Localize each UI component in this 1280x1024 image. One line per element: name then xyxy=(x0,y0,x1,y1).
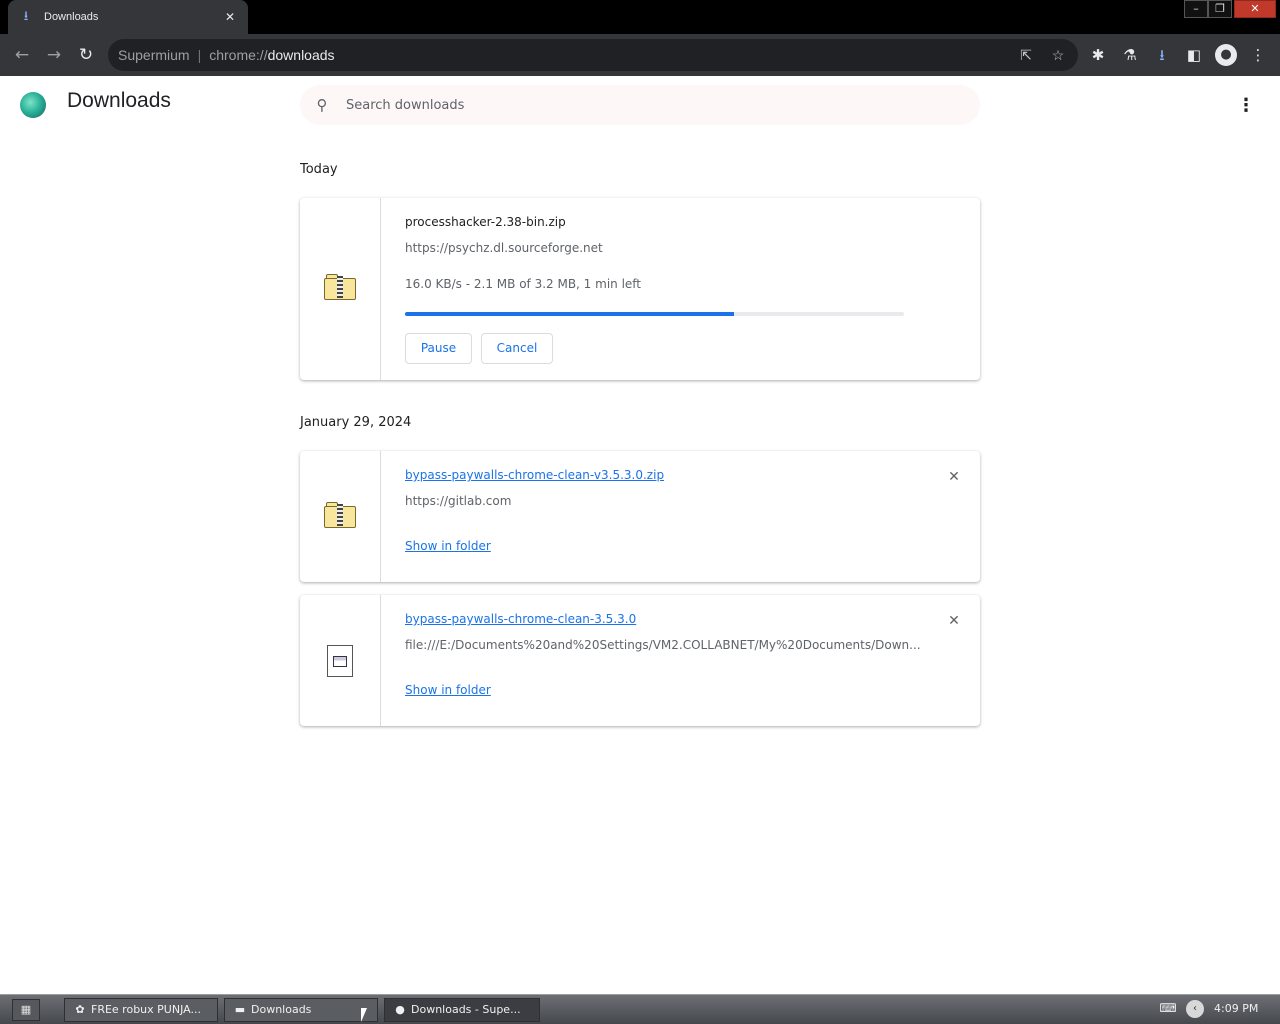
taskbar-item-downloads-folder[interactable]: ▬ Downloads xyxy=(224,998,378,1022)
taskbar-item-label: FREe robux PUNJA... xyxy=(91,1003,201,1016)
forward-icon[interactable]: → xyxy=(42,43,66,67)
tab-close-icon[interactable]: ✕ xyxy=(222,10,238,24)
address-host: Supermium xyxy=(118,47,190,63)
download-progress-bar xyxy=(405,312,904,316)
download-progress-fill xyxy=(405,312,735,316)
profile-avatar-icon[interactable]: ● xyxy=(1214,43,1238,67)
window-minimize-button[interactable]: – xyxy=(1184,0,1208,18)
window-close-button[interactable]: ✕ xyxy=(1234,0,1276,18)
download-item: bypass-paywalls-chrome-clean-3.5.3.0 fil… xyxy=(300,595,980,726)
side-panel-icon[interactable]: ◧ xyxy=(1182,43,1206,67)
taskbar-item-browser[interactable]: ● Downloads - Supe... xyxy=(384,998,540,1022)
search-box[interactable]: ⚲ xyxy=(300,85,980,125)
start-menu-grid-icon[interactable]: ▦ xyxy=(12,999,40,1021)
taskbar-item-robux[interactable]: ✿ FREe robux PUNJA... xyxy=(64,998,218,1022)
zip-folder-icon xyxy=(324,502,356,528)
date-header-today: Today xyxy=(300,162,338,177)
zip-folder-icon xyxy=(324,274,356,300)
remove-item-close-icon[interactable]: ✕ xyxy=(944,467,964,487)
tab-downloads[interactable]: ⭳ Downloads ✕ xyxy=(8,0,248,34)
date-header-jan-29-2024: January 29, 2024 xyxy=(300,415,412,430)
clock: 4:09 PM xyxy=(1214,1002,1259,1015)
window-maximize-button[interactable]: ❐ xyxy=(1208,0,1232,18)
download-file-name: processhacker-2.38-bin.zip xyxy=(405,215,566,229)
download-file-link[interactable]: bypass-paywalls-chrome-clean-3.5.3.0 xyxy=(405,612,636,626)
download-item-icon-column xyxy=(300,595,381,726)
browser-icon: ● xyxy=(395,1003,405,1016)
labs-flask-icon[interactable]: ⚗ xyxy=(1118,43,1142,67)
share-icon[interactable]: ⇱ xyxy=(1014,39,1038,71)
download-source-url: file:///E:/Documents%20and%20Settings/VM… xyxy=(405,638,921,652)
download-item-icon-column xyxy=(300,451,381,582)
keyboard-icon[interactable]: ⌨ xyxy=(1158,1001,1178,1019)
show-in-folder-link[interactable]: Show in folder xyxy=(405,683,491,697)
taskbar: ▦ ✿ FREe robux PUNJA... ▬ Downloads ● Downl… xyxy=(0,994,1280,1024)
address-separator: | xyxy=(197,47,202,63)
browser-toolbar: ← → ↻ Supermium | chrome:// downloads ⇱ … xyxy=(0,34,1280,76)
download-file-link[interactable]: bypass-paywalls-chrome-clean-v3.5.3.0.zi… xyxy=(405,468,664,482)
download-item-icon-column xyxy=(300,198,381,380)
reload-icon[interactable]: ↻ xyxy=(74,43,98,67)
download-item: processhacker-2.38-bin.zip https://psych… xyxy=(300,198,980,380)
mouse-cursor-icon xyxy=(361,1008,373,1022)
show-in-folder-link[interactable]: Show in folder xyxy=(405,539,491,553)
address-scheme: chrome:// xyxy=(209,47,268,63)
download-source-url: https://gitlab.com xyxy=(405,494,512,508)
search-input[interactable] xyxy=(346,97,946,113)
search-icon: ⚲ xyxy=(316,96,328,114)
pause-button[interactable]: Pause xyxy=(405,333,472,364)
file-icon xyxy=(327,645,353,677)
app-icon: ✿ xyxy=(75,1003,85,1016)
cancel-button[interactable]: Cancel xyxy=(481,333,553,364)
address-path: downloads xyxy=(267,47,335,63)
downloads-progress-icon[interactable]: ⭳ xyxy=(1150,43,1174,67)
supermium-logo xyxy=(20,92,46,118)
download-icon: ⭳ xyxy=(23,9,29,24)
extensions-puzzle-icon[interactable]: ✱ xyxy=(1086,43,1110,67)
remove-item-close-icon[interactable]: ✕ xyxy=(944,611,964,631)
tray-expand-icon[interactable]: ‹ xyxy=(1186,1000,1204,1018)
bookmark-star-icon[interactable]: ☆ xyxy=(1046,39,1070,71)
tab-title: Downloads xyxy=(44,11,99,23)
browser-menu-icon[interactable]: ⋮ xyxy=(1246,43,1270,67)
download-source-url: https://psychz.dl.sourceforge.net xyxy=(405,241,603,255)
address-bar[interactable]: Supermium | chrome:// downloads ⇱ ☆ xyxy=(108,39,1078,71)
taskbar-item-label: Downloads xyxy=(251,1003,312,1016)
tab-strip: ⭳ Downloads ✕ – ❐ ✕ xyxy=(0,0,1280,34)
taskbar-item-label: Downloads - Supe... xyxy=(411,1003,521,1016)
download-item: bypass-paywalls-chrome-clean-v3.5.3.0.zi… xyxy=(300,451,980,582)
back-icon[interactable]: ← xyxy=(10,43,34,67)
folder-icon: ▬ xyxy=(234,1003,246,1016)
download-status: 16.0 KB/s - 2.1 MB of 3.2 MB, 1 min left xyxy=(405,277,642,291)
more-actions-icon[interactable]: ⋮ xyxy=(1236,94,1256,118)
page-title: Downloads xyxy=(67,89,171,112)
